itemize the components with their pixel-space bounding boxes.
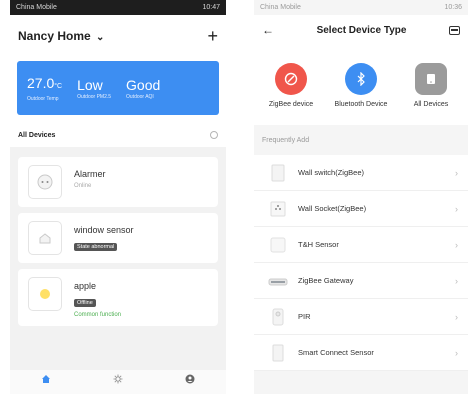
- sun-icon: [113, 374, 123, 384]
- list-item[interactable]: T&H Sensor ›: [254, 227, 468, 263]
- item-label: Wall switch(ZigBee): [298, 168, 364, 177]
- pir-icon: [268, 307, 288, 327]
- carrier-label: China Mobile: [260, 4, 301, 11]
- scan-icon[interactable]: [449, 25, 460, 35]
- clock: 10:36: [444, 4, 462, 11]
- item-label: Wall Socket(ZigBee): [298, 204, 367, 213]
- list-item[interactable]: Wall Socket(ZigBee) ›: [254, 191, 468, 227]
- home-name: Nancy Home: [18, 29, 91, 43]
- device-card-apple[interactable]: apple Offline Common function: [18, 269, 218, 326]
- section-heading: Frequently Add: [262, 136, 310, 144]
- window-sensor-icon: [28, 221, 62, 255]
- device-card-window-sensor[interactable]: window sensor State abnormal: [18, 213, 218, 263]
- th-sensor-icon: [268, 235, 288, 255]
- all-devices-icon: [415, 62, 447, 95]
- item-label: ZigBee Gateway: [298, 276, 354, 285]
- device-type-row: ZigBee device Bluetooth Device All Devic…: [254, 45, 468, 125]
- wall-switch-icon: [268, 163, 288, 183]
- status-bar: China Mobile 10:47: [10, 0, 226, 15]
- zigbee-icon: [275, 62, 307, 95]
- device-name: window sensor: [74, 225, 134, 235]
- select-header: ← Select Device Type: [254, 15, 468, 45]
- weather-temp: 27.0°C Outdoor Temp: [27, 74, 63, 102]
- home-screen: China Mobile 10:47 Nancy Home ⌄ + 27.0°C…: [10, 0, 226, 394]
- chevron-right-icon: ›: [455, 167, 458, 178]
- chevron-right-icon: ›: [455, 275, 458, 286]
- wall-socket-icon: [268, 199, 288, 219]
- weather-aqi: Good Outdoor AQI: [126, 76, 161, 100]
- type-label: All Devices: [413, 100, 449, 108]
- bottom-nav: [10, 370, 226, 394]
- status-badge: Offline: [74, 299, 96, 307]
- nav-smart[interactable]: [113, 374, 123, 384]
- page-title: Select Device Type: [316, 24, 407, 36]
- chevron-right-icon: ›: [455, 347, 458, 358]
- profile-icon: [185, 374, 195, 384]
- chevron-down-icon: ⌄: [96, 32, 105, 43]
- alarm-device-icon: [28, 165, 62, 199]
- home-selector[interactable]: Nancy Home ⌄: [18, 29, 104, 43]
- device-list: Alarmer Online window sensor State abnor…: [10, 147, 226, 326]
- chevron-right-icon: ›: [455, 239, 458, 250]
- nav-my-home[interactable]: [41, 374, 51, 384]
- select-device-type-screen: China Mobile 10:36 ← Select Device Type …: [254, 0, 468, 394]
- clock: 10:47: [202, 4, 220, 11]
- status-bar: China Mobile 10:36: [254, 0, 468, 15]
- back-arrow-icon[interactable]: ←: [262, 23, 274, 37]
- chevron-right-icon: ›: [455, 203, 458, 214]
- smart-connect-sensor-icon: [268, 343, 288, 363]
- device-card-alarmer[interactable]: Alarmer Online: [18, 157, 218, 207]
- gateway-icon: [268, 271, 288, 291]
- chevron-right-icon: ›: [455, 311, 458, 322]
- carrier-label: China Mobile: [16, 4, 57, 11]
- device-name: apple: [74, 281, 97, 291]
- status-badge: State abnormal: [74, 243, 118, 251]
- type-bluetooth[interactable]: Bluetooth Device: [327, 62, 395, 108]
- bluetooth-icon: [345, 62, 377, 95]
- item-label: PIR: [298, 312, 311, 321]
- device-tabs: All Devices: [10, 123, 226, 147]
- weather-pm25: Low Outdoor PM2.5: [77, 76, 112, 100]
- list-item[interactable]: PIR ›: [254, 299, 468, 335]
- list-item[interactable]: Smart Connect Sensor ›: [254, 335, 468, 371]
- common-function-link[interactable]: Common function: [74, 312, 121, 318]
- device-name: Alarmer: [74, 169, 106, 179]
- weather-card[interactable]: 27.0°C Outdoor Temp Low Outdoor PM2.5 Go…: [17, 61, 219, 115]
- home-icon: [42, 375, 50, 383]
- type-label: ZigBee device: [268, 100, 314, 108]
- home-header: Nancy Home ⌄ +: [10, 15, 226, 57]
- nav-profile[interactable]: [185, 374, 195, 384]
- list-item[interactable]: ZigBee Gateway ›: [254, 263, 468, 299]
- tab-all-devices[interactable]: All Devices: [18, 132, 55, 139]
- type-zigbee[interactable]: ZigBee device: [257, 62, 325, 108]
- frequent-list: Wall switch(ZigBee) › Wall Socket(ZigBee…: [254, 155, 468, 371]
- gear-icon[interactable]: [210, 131, 218, 139]
- list-item[interactable]: Wall switch(ZigBee) ›: [254, 155, 468, 191]
- device-status: Online: [74, 183, 92, 189]
- type-all-devices[interactable]: All Devices: [397, 62, 465, 108]
- plus-icon[interactable]: +: [207, 27, 218, 45]
- type-label: Bluetooth Device: [334, 100, 388, 108]
- item-label: Smart Connect Sensor: [298, 348, 374, 357]
- item-label: T&H Sensor: [298, 240, 339, 249]
- bulb-icon: [28, 277, 62, 311]
